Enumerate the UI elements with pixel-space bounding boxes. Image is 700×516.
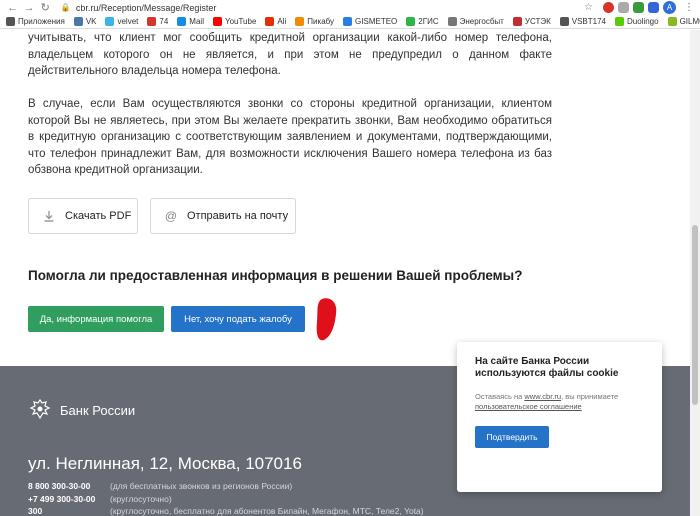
- cbr-site-link[interactable]: www.cbr.ru: [524, 392, 561, 401]
- bookmark-label: Приложения: [18, 17, 65, 26]
- bank-emblem-icon: [29, 398, 51, 420]
- send-mail-button[interactable]: @ Отправить на почту: [150, 198, 296, 234]
- forward-arrow-icon[interactable]: →: [22, 1, 35, 15]
- page-scrollbar[interactable]: [690, 30, 700, 516]
- bookmark-label: Пикабу: [307, 17, 335, 26]
- bookmark-item[interactable]: VSBT174: [559, 17, 606, 26]
- bookmark-item[interactable]: Ali: [265, 17, 286, 26]
- bookmark-favicon-icon: [512, 17, 522, 26]
- bookmark-favicon-icon: [105, 17, 115, 26]
- lock-icon: 🔒: [60, 3, 71, 12]
- cookie-banner: На сайте Банка России используются файлы…: [457, 342, 662, 492]
- download-icon: [42, 209, 56, 223]
- bookmark-label: 2ГИС: [418, 17, 439, 26]
- extension-icon[interactable]: [632, 2, 644, 13]
- bookmark-label: VSBT174: [571, 17, 606, 26]
- send-mail-label: Отправить на почту: [187, 210, 289, 222]
- bookmark-item[interactable]: GISMETEO: [343, 17, 397, 26]
- bookmark-label: GILMON: [679, 17, 700, 26]
- bookmark-favicon-icon: [559, 17, 569, 26]
- bank-name: Банк России: [60, 402, 136, 418]
- url-text: cbr.ru/Reception/Message/Register: [75, 2, 217, 13]
- bookmark-favicon-icon: [265, 17, 275, 26]
- cookie-title: На сайте Банка России используются файлы…: [475, 356, 619, 379]
- menu-dots-icon[interactable]: ⋮: [684, 2, 694, 13]
- phone-row: 8 800 300-30-00 (для бесплатных звонков …: [28, 480, 424, 493]
- bookmark-label: УСТЭК: [524, 17, 551, 26]
- download-pdf-label: Скачать PDF: [65, 210, 132, 222]
- bookmark-item[interactable]: YouTube: [212, 17, 257, 26]
- bookmark-label: VK: [85, 17, 97, 26]
- opera-extension-icon[interactable]: [602, 2, 614, 13]
- bookmark-favicon-icon: [177, 17, 187, 26]
- bookmark-item[interactable]: VK: [73, 17, 97, 26]
- bookmark-item[interactable]: Duolingo: [615, 17, 659, 26]
- bookmark-favicon-icon: [447, 17, 457, 26]
- confirm-cookie-button[interactable]: Подтвердить: [475, 426, 549, 448]
- phone-number[interactable]: 300: [28, 505, 110, 516]
- address-bar[interactable]: 🔒 cbr.ru/Reception/Message/Register ☆: [61, 1, 593, 15]
- bookmark-favicon-icon: [615, 17, 624, 26]
- phone-note: (круглосуточно): [110, 493, 172, 504]
- phone-number[interactable]: +7 499 300-30-00: [28, 493, 110, 506]
- profile-avatar[interactable]: A: [662, 1, 676, 14]
- info-paragraph-2: В случае, если Вам осуществляются звонки…: [28, 98, 552, 176]
- bookmark-favicon-icon: [212, 17, 222, 26]
- bank-address: ул. Неглинная, 12, Москва, 107016: [28, 454, 302, 473]
- bookmark-favicon-icon: [295, 17, 305, 26]
- bookmark-item[interactable]: velvet: [105, 17, 138, 26]
- phone-note: (круглосуточно, бесплатно для абонентов …: [110, 506, 424, 516]
- bookmark-label: Ali: [277, 17, 287, 26]
- bookmark-label: velvet: [117, 17, 139, 26]
- bookmark-label: GISMETEO: [355, 17, 398, 26]
- red-annotation-mark: [316, 298, 337, 341]
- phone-row: 300 (круглосуточно, бесплатно для абонен…: [28, 505, 424, 516]
- apps-grid-icon: [6, 17, 15, 26]
- info-paragraph-1: учитывать, что клиент мог сообщить креди…: [28, 32, 552, 77]
- user-agreement-link[interactable]: пользовательское соглашение: [475, 402, 582, 411]
- extension-icon[interactable]: [647, 2, 659, 13]
- bookmark-item[interactable]: Приложения: [6, 17, 65, 26]
- cookie-text-prefix: Оставаясь на: [475, 392, 525, 401]
- bookmark-item[interactable]: УСТЭК: [512, 17, 551, 26]
- file-complaint-button[interactable]: Нет, хочу подать жалобу: [171, 306, 305, 332]
- bookmark-label: Duolingo: [627, 17, 659, 26]
- download-pdf-button[interactable]: Скачать PDF: [28, 198, 138, 234]
- bookmark-favicon-icon: [147, 17, 157, 26]
- bookmark-label: Энергосбыт: [459, 17, 504, 26]
- bookmark-item[interactable]: 74: [147, 17, 168, 26]
- bookmark-star-icon[interactable]: ☆: [584, 2, 593, 13]
- back-arrow-icon[interactable]: ←: [6, 1, 19, 15]
- bookmark-item[interactable]: 2ГИС: [406, 17, 439, 26]
- bookmark-favicon-icon: [73, 17, 83, 26]
- bookmark-label: 74: [159, 17, 169, 26]
- bookmark-favicon-icon: [667, 17, 677, 26]
- scrollbar-thumb[interactable]: [692, 225, 698, 405]
- bookmark-label: YouTube: [224, 17, 257, 26]
- bookmark-item[interactable]: Энергосбыт: [447, 17, 504, 26]
- bookmark-favicon-icon: [406, 17, 416, 26]
- bookmark-item[interactable]: Пикабу: [295, 17, 334, 26]
- bookmark-item[interactable]: GILMON: [667, 17, 700, 26]
- cookie-text-middle: , вы принимаете: [561, 392, 619, 401]
- phone-note: (для бесплатных звонков из регионов Росс…: [110, 481, 293, 491]
- phone-row: +7 499 300-30-00 (круглосуточно): [28, 493, 424, 506]
- at-sign-icon: @: [164, 209, 178, 223]
- bookmark-item[interactable]: Mail: [177, 17, 204, 26]
- bank-logo[interactable]: Банк России: [28, 398, 135, 422]
- extension-icon[interactable]: [617, 2, 629, 13]
- phone-list: 8 800 300-30-00 (для бесплатных звонков …: [28, 480, 424, 516]
- bookmarks-bar: Приложения VK velvet 74 Mail YouTube Ali Пикабу…: [0, 15, 700, 29]
- extension-icons: A ⋮: [602, 1, 694, 14]
- info-helped-button[interactable]: Да, информация помогла: [28, 306, 164, 332]
- bookmark-favicon-icon: [343, 17, 353, 26]
- feedback-question: Помогла ли предоставленная информация в …: [28, 268, 523, 283]
- phone-number[interactable]: 8 800 300-30-00: [28, 480, 110, 493]
- browser-toolbar: ← → ↻ 🔒 cbr.ru/Reception/Message/Registe…: [0, 0, 700, 15]
- reload-icon[interactable]: ↻: [39, 1, 52, 15]
- cookie-text: Оставаясь на www.cbr.ru, вы принимаете п…: [475, 392, 644, 412]
- bookmark-label: Mail: [189, 17, 204, 26]
